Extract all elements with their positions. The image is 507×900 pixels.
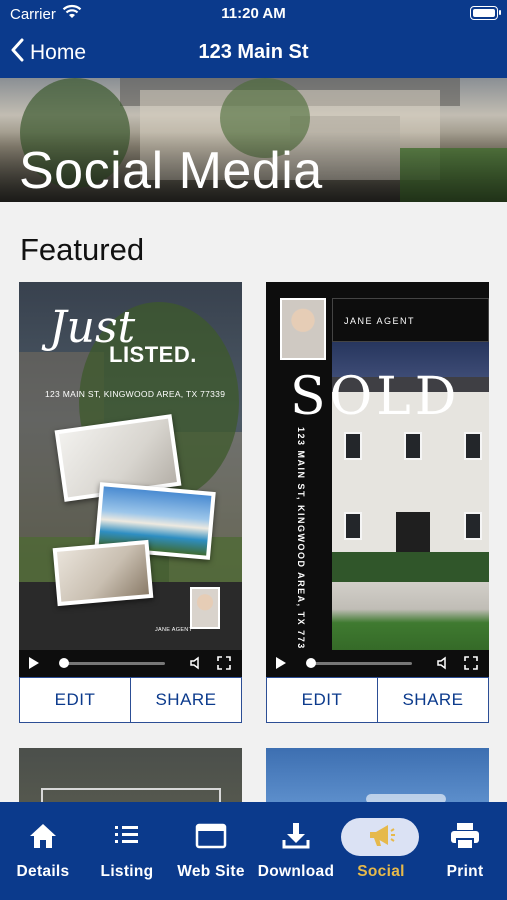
tab-download[interactable]: Download xyxy=(255,814,337,886)
tab-label: Details xyxy=(16,863,70,880)
browser-icon xyxy=(170,822,252,852)
hero-banner: Social Media xyxy=(0,78,507,202)
play-icon[interactable] xyxy=(29,657,39,669)
featured-card-3[interactable] xyxy=(19,748,242,804)
poster-window xyxy=(464,432,482,460)
fullscreen-icon[interactable] xyxy=(217,656,231,675)
agent-name: JANE AGENT xyxy=(344,316,416,326)
chevron-left-icon xyxy=(10,38,24,67)
megaphone-icon xyxy=(340,822,422,852)
printer-icon xyxy=(424,822,506,852)
agent-photo xyxy=(280,298,326,360)
tab-web-site[interactable]: Web Site xyxy=(170,814,252,886)
agent-photo xyxy=(190,587,220,629)
poster-window xyxy=(344,432,362,460)
share-button[interactable]: SHARE xyxy=(377,678,488,722)
tab-label: Listing xyxy=(100,863,154,880)
list-icon xyxy=(86,822,168,852)
section-title: Featured xyxy=(20,232,145,267)
featured-card-just-listed: Just LISTED. 123 MAIN ST, KINGWOOD AREA,… xyxy=(19,282,242,723)
poster-window xyxy=(344,512,362,540)
poster-photo-living xyxy=(52,539,154,607)
poster-hedge xyxy=(332,552,489,582)
poster-headline: LISTED. xyxy=(109,342,197,367)
tab-print[interactable]: Print xyxy=(424,814,506,886)
tab-label: Social xyxy=(357,863,405,880)
featured-card-4[interactable] xyxy=(266,748,489,804)
poster-headline: SOLD xyxy=(290,367,461,427)
just-listed-video[interactable]: Just LISTED. 123 MAIN ST, KINGWOOD AREA,… xyxy=(19,282,242,677)
tab-label: Download xyxy=(257,863,335,880)
back-label: Home xyxy=(30,40,87,64)
status-bar: Carrier 11:20 AM xyxy=(0,0,507,28)
edit-button[interactable]: EDIT xyxy=(20,678,130,722)
video-controls xyxy=(266,650,489,677)
sold-video[interactable]: JANE AGENT SOLD 123 MAIN ST, KINGWOOD AR… xyxy=(266,282,489,677)
back-button[interactable]: Home xyxy=(10,38,86,67)
agent-name: JANE AGENT xyxy=(155,627,193,633)
poster-window xyxy=(464,512,482,540)
clock: 11:20 AM xyxy=(221,5,286,22)
poster-lawn xyxy=(332,582,489,650)
navigation-bar: Home 123 Main St xyxy=(0,28,507,78)
poster-address: 123 MAIN ST, KINGWOOD AREA, TX 77339 xyxy=(296,427,306,663)
tab-details[interactable]: Details xyxy=(2,814,84,886)
scrubber-knob[interactable] xyxy=(59,658,69,668)
video-controls xyxy=(19,650,242,677)
hero-title: Social Media xyxy=(19,142,323,200)
tab-listing[interactable]: Listing xyxy=(86,814,168,886)
edit-button[interactable]: EDIT xyxy=(267,678,377,722)
volume-icon[interactable] xyxy=(189,656,203,675)
tab-bar: Details Listing Web Site Download Social… xyxy=(0,802,507,900)
video-scrubber[interactable] xyxy=(63,662,165,665)
battery-icon xyxy=(470,6,501,20)
volume-icon[interactable] xyxy=(436,656,450,675)
fullscreen-icon[interactable] xyxy=(464,656,478,675)
card-actions: EDIT SHARE xyxy=(266,677,489,723)
video-scrubber[interactable] xyxy=(310,662,412,665)
poster-address: 123 MAIN ST, KINGWOOD AREA, TX 77339 xyxy=(45,389,226,399)
download-icon xyxy=(255,822,337,852)
card-actions: EDIT SHARE xyxy=(19,677,242,723)
house-icon xyxy=(2,822,84,852)
tab-social[interactable]: Social xyxy=(340,814,422,886)
scrubber-knob[interactable] xyxy=(306,658,316,668)
tab-label: Print xyxy=(446,863,484,880)
featured-card-sold: JANE AGENT SOLD 123 MAIN ST, KINGWOOD AR… xyxy=(266,282,489,723)
share-button[interactable]: SHARE xyxy=(130,678,241,722)
tab-label: Web Site xyxy=(177,863,245,880)
poster-window xyxy=(404,432,422,460)
play-icon[interactable] xyxy=(276,657,286,669)
